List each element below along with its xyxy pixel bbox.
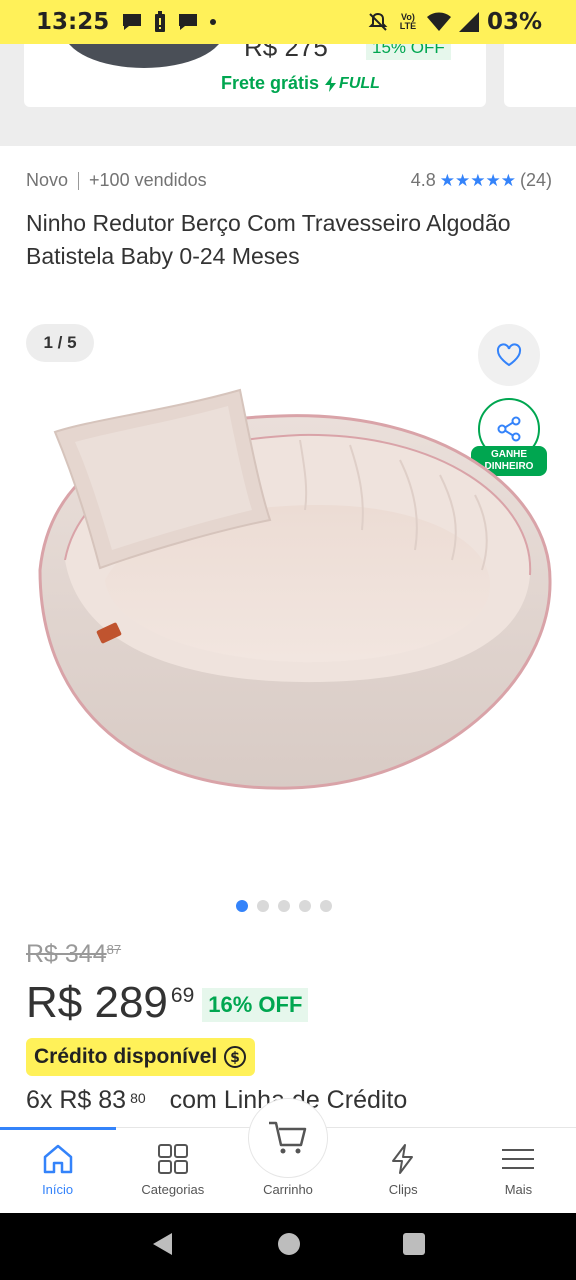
back-icon[interactable]: [150, 1231, 176, 1262]
installments-prefix: 6x R$ 83: [26, 1086, 127, 1114]
free-shipping-label: Frete grátis FULL: [221, 73, 380, 94]
installments-cents: 80: [130, 1090, 146, 1106]
grid-icon: [157, 1144, 188, 1174]
dollar-coin-icon: $: [224, 1046, 247, 1068]
meta-divider: [78, 171, 80, 190]
chat-bubble-icon: [121, 12, 143, 32]
home-circle-icon[interactable]: [277, 1232, 301, 1261]
volte-icon: Vo) LTE: [399, 12, 417, 31]
current-price-cents: 69: [170, 984, 195, 1007]
rating-summary[interactable]: 4.8 ★★★★★ (24): [411, 170, 552, 191]
status-time: 13:25: [36, 9, 110, 35]
installments-info: 6x R$ 83 80 com Linha de Crédito: [26, 1086, 407, 1115]
svg-text:$: $: [230, 1050, 240, 1066]
image-counter: 1 / 5: [26, 324, 94, 362]
recents-icon[interactable]: [402, 1232, 426, 1261]
nav-label-mais: Mais: [504, 1182, 533, 1197]
battery-alert-icon: [153, 11, 167, 33]
previous-product-discount: 15% OFF: [366, 44, 451, 60]
notification-icons: [121, 11, 217, 33]
active-tab-indicator: [0, 1127, 116, 1130]
pagination-dot-2[interactable]: [257, 900, 269, 912]
discount-badge: 16% OFF: [202, 988, 309, 1022]
signal-icon: [458, 12, 479, 32]
current-price-main: R$ 289: [26, 978, 168, 1027]
battery-percent: 03%: [486, 9, 542, 35]
chat-bubble-icon: [177, 12, 199, 32]
review-count: (24): [519, 170, 552, 190]
nav-item-mais[interactable]: Mais: [461, 1128, 576, 1213]
dot-icon: [209, 18, 217, 26]
status-bar: 13:25 Vo) LTE 03%: [0, 0, 576, 44]
original-price-main: R$ 344: [26, 940, 107, 968]
lightning-icon: [325, 75, 337, 92]
product-title: Ninho Redutor Berço Com Travesseiro Algo…: [26, 210, 511, 269]
nav-item-categorias[interactable]: Categorias: [115, 1128, 230, 1213]
home-icon: [43, 1144, 72, 1174]
status-left: 13:25: [36, 9, 217, 35]
wifi-icon: [426, 12, 451, 32]
menu-icon: [502, 1149, 535, 1169]
nav-label-carrinho[interactable]: Carrinho: [240, 1182, 336, 1197]
heart-icon: [496, 343, 522, 367]
full-text: FULL: [339, 74, 380, 92]
previous-results-strip: R$ 275 15% OFF Frete grátis FULL: [0, 44, 576, 146]
gallery-pagination[interactable]: [236, 900, 332, 912]
pagination-dot-1[interactable]: [236, 900, 248, 912]
current-price: R$ 289 69: [26, 978, 194, 1028]
cart-icon: [269, 1121, 307, 1154]
sold-count: +100 vendidos: [89, 170, 207, 190]
previous-product-card[interactable]: R$ 275 15% OFF Frete grátis FULL: [24, 44, 486, 107]
product-meta-left: Novo +100 vendidos: [26, 170, 207, 191]
previous-product-image: [64, 44, 224, 68]
nav-item-inicio[interactable]: Início: [0, 1128, 115, 1213]
rating-value: 4.8: [410, 170, 436, 190]
mute-bell-icon: [367, 11, 389, 33]
credit-available-text: Crédito disponível: [34, 1045, 218, 1068]
product-meta-row: Novo +100 vendidos 4.8 ★★★★★ (24): [26, 170, 552, 191]
credit-available-badge[interactable]: Crédito disponível $: [26, 1038, 256, 1076]
pagination-dot-5[interactable]: [320, 900, 332, 912]
next-product-card[interactable]: [504, 44, 576, 107]
rating-stars: ★★★★★: [439, 170, 516, 190]
nav-label-categorias: Categorias: [141, 1182, 205, 1197]
previous-product-price: R$ 275: [244, 44, 328, 62]
lightning-icon: [392, 1144, 414, 1174]
cart-button[interactable]: [248, 1098, 328, 1178]
system-navigation-bar: [0, 1213, 576, 1280]
favorite-button[interactable]: [478, 324, 540, 386]
pagination-dot-4[interactable]: [299, 900, 311, 912]
status-right: Vo) LTE 03%: [367, 9, 542, 35]
nav-label-clips: Clips: [388, 1182, 418, 1197]
original-price-cents: 87: [106, 942, 122, 957]
nav-label-inicio: Início: [42, 1182, 74, 1197]
condition-label: Novo: [26, 170, 69, 190]
product-image[interactable]: [20, 380, 560, 800]
original-price: R$ 344 87: [26, 940, 121, 969]
pagination-dot-3[interactable]: [278, 900, 290, 912]
current-price-row: R$ 289 69 16% OFF: [26, 978, 309, 1028]
nav-item-clips[interactable]: Clips: [346, 1128, 461, 1213]
free-shipping-text: Frete grátis: [221, 73, 320, 93]
full-badge: FULL: [325, 75, 380, 93]
